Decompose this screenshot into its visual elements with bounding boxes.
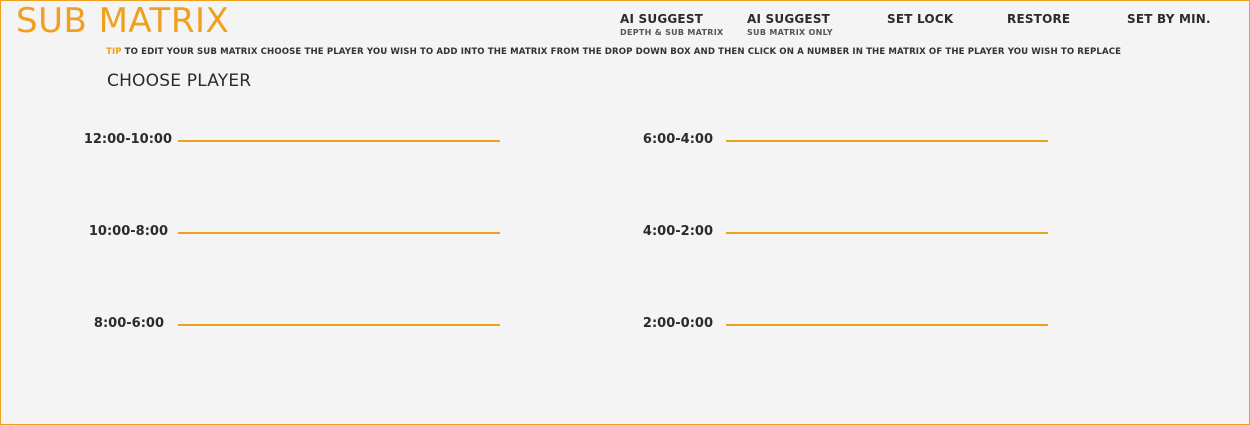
time-slot-line[interactable] xyxy=(726,232,1048,234)
ai-suggest-depth-button[interactable]: AI SUGGEST DEPTH & SUB MATRIX xyxy=(620,12,724,38)
time-slot-label: 12:00-10:00 xyxy=(83,132,172,147)
tip-text: TO EDIT YOUR SUB MATRIX CHOOSE THE PLAYE… xyxy=(124,47,1122,57)
time-slot-label: 2:00-0:00 xyxy=(642,316,713,331)
ai-suggest-depth-label: AI SUGGEST xyxy=(620,12,704,26)
time-slot-label: 10:00-8:00 xyxy=(88,224,168,239)
time-slot-line[interactable] xyxy=(178,324,500,326)
choose-player-dropdown[interactable]: CHOOSE PLAYER xyxy=(107,71,251,91)
tip-message: TIP TO EDIT YOUR SUB MATRIX CHOOSE THE PL… xyxy=(106,47,1121,57)
tip-label: TIP xyxy=(106,47,122,57)
ai-suggest-sub-label: AI SUGGEST xyxy=(747,12,831,26)
restore-label: RESTORE xyxy=(1007,12,1071,26)
set-by-min-label: SET BY MIN. xyxy=(1127,12,1211,26)
ai-suggest-sub-button[interactable]: AI SUGGEST SUB MATRIX ONLY xyxy=(747,12,833,38)
ai-suggest-sub-sublabel: SUB MATRIX ONLY xyxy=(747,28,833,37)
set-by-min-button[interactable]: SET BY MIN. xyxy=(1127,12,1211,26)
time-slot-label: 8:00-6:00 xyxy=(93,316,164,331)
time-slot-line[interactable] xyxy=(726,140,1048,142)
time-slot-line[interactable] xyxy=(178,232,500,234)
set-lock-button[interactable]: SET LOCK xyxy=(887,12,953,26)
set-lock-label: SET LOCK xyxy=(887,12,954,26)
page-title: SUB MATRIX xyxy=(16,1,230,41)
restore-button[interactable]: RESTORE xyxy=(1007,12,1070,26)
time-slot-line[interactable] xyxy=(726,324,1048,326)
time-slot-label: 6:00-4:00 xyxy=(642,132,713,147)
sub-matrix-panel: SUB MATRIX AI SUGGEST DEPTH & SUB MATRIX… xyxy=(0,0,1250,425)
time-slot-line[interactable] xyxy=(178,140,500,142)
time-slot-label: 4:00-2:00 xyxy=(642,224,713,239)
ai-suggest-depth-sublabel: DEPTH & SUB MATRIX xyxy=(620,28,724,37)
